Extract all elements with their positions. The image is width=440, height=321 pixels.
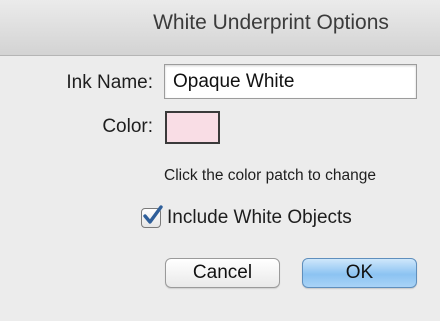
ink-name-label: Ink Name:: [66, 72, 153, 93]
ink-name-field[interactable]: [164, 64, 417, 99]
include-white-objects-label: Include White Objects: [167, 207, 352, 228]
color-label: Color:: [102, 116, 153, 137]
include-white-objects-checkbox[interactable]: [141, 205, 163, 228]
color-patch[interactable]: [165, 111, 220, 144]
dialog-title: White Underprint Options: [153, 11, 389, 34]
include-white-objects-checkbox-row[interactable]: Include White Objects: [141, 205, 352, 231]
dialog-titlebar: White Underprint Options: [0, 0, 440, 56]
ok-button[interactable]: OK: [302, 258, 417, 288]
color-patch-hint: Click the color patch to change: [164, 167, 376, 184]
cancel-button[interactable]: Cancel: [165, 258, 280, 288]
checkmark-icon: [143, 205, 163, 224]
white-underprint-options-dialog: White Underprint Options Ink Name: Color…: [0, 0, 440, 321]
